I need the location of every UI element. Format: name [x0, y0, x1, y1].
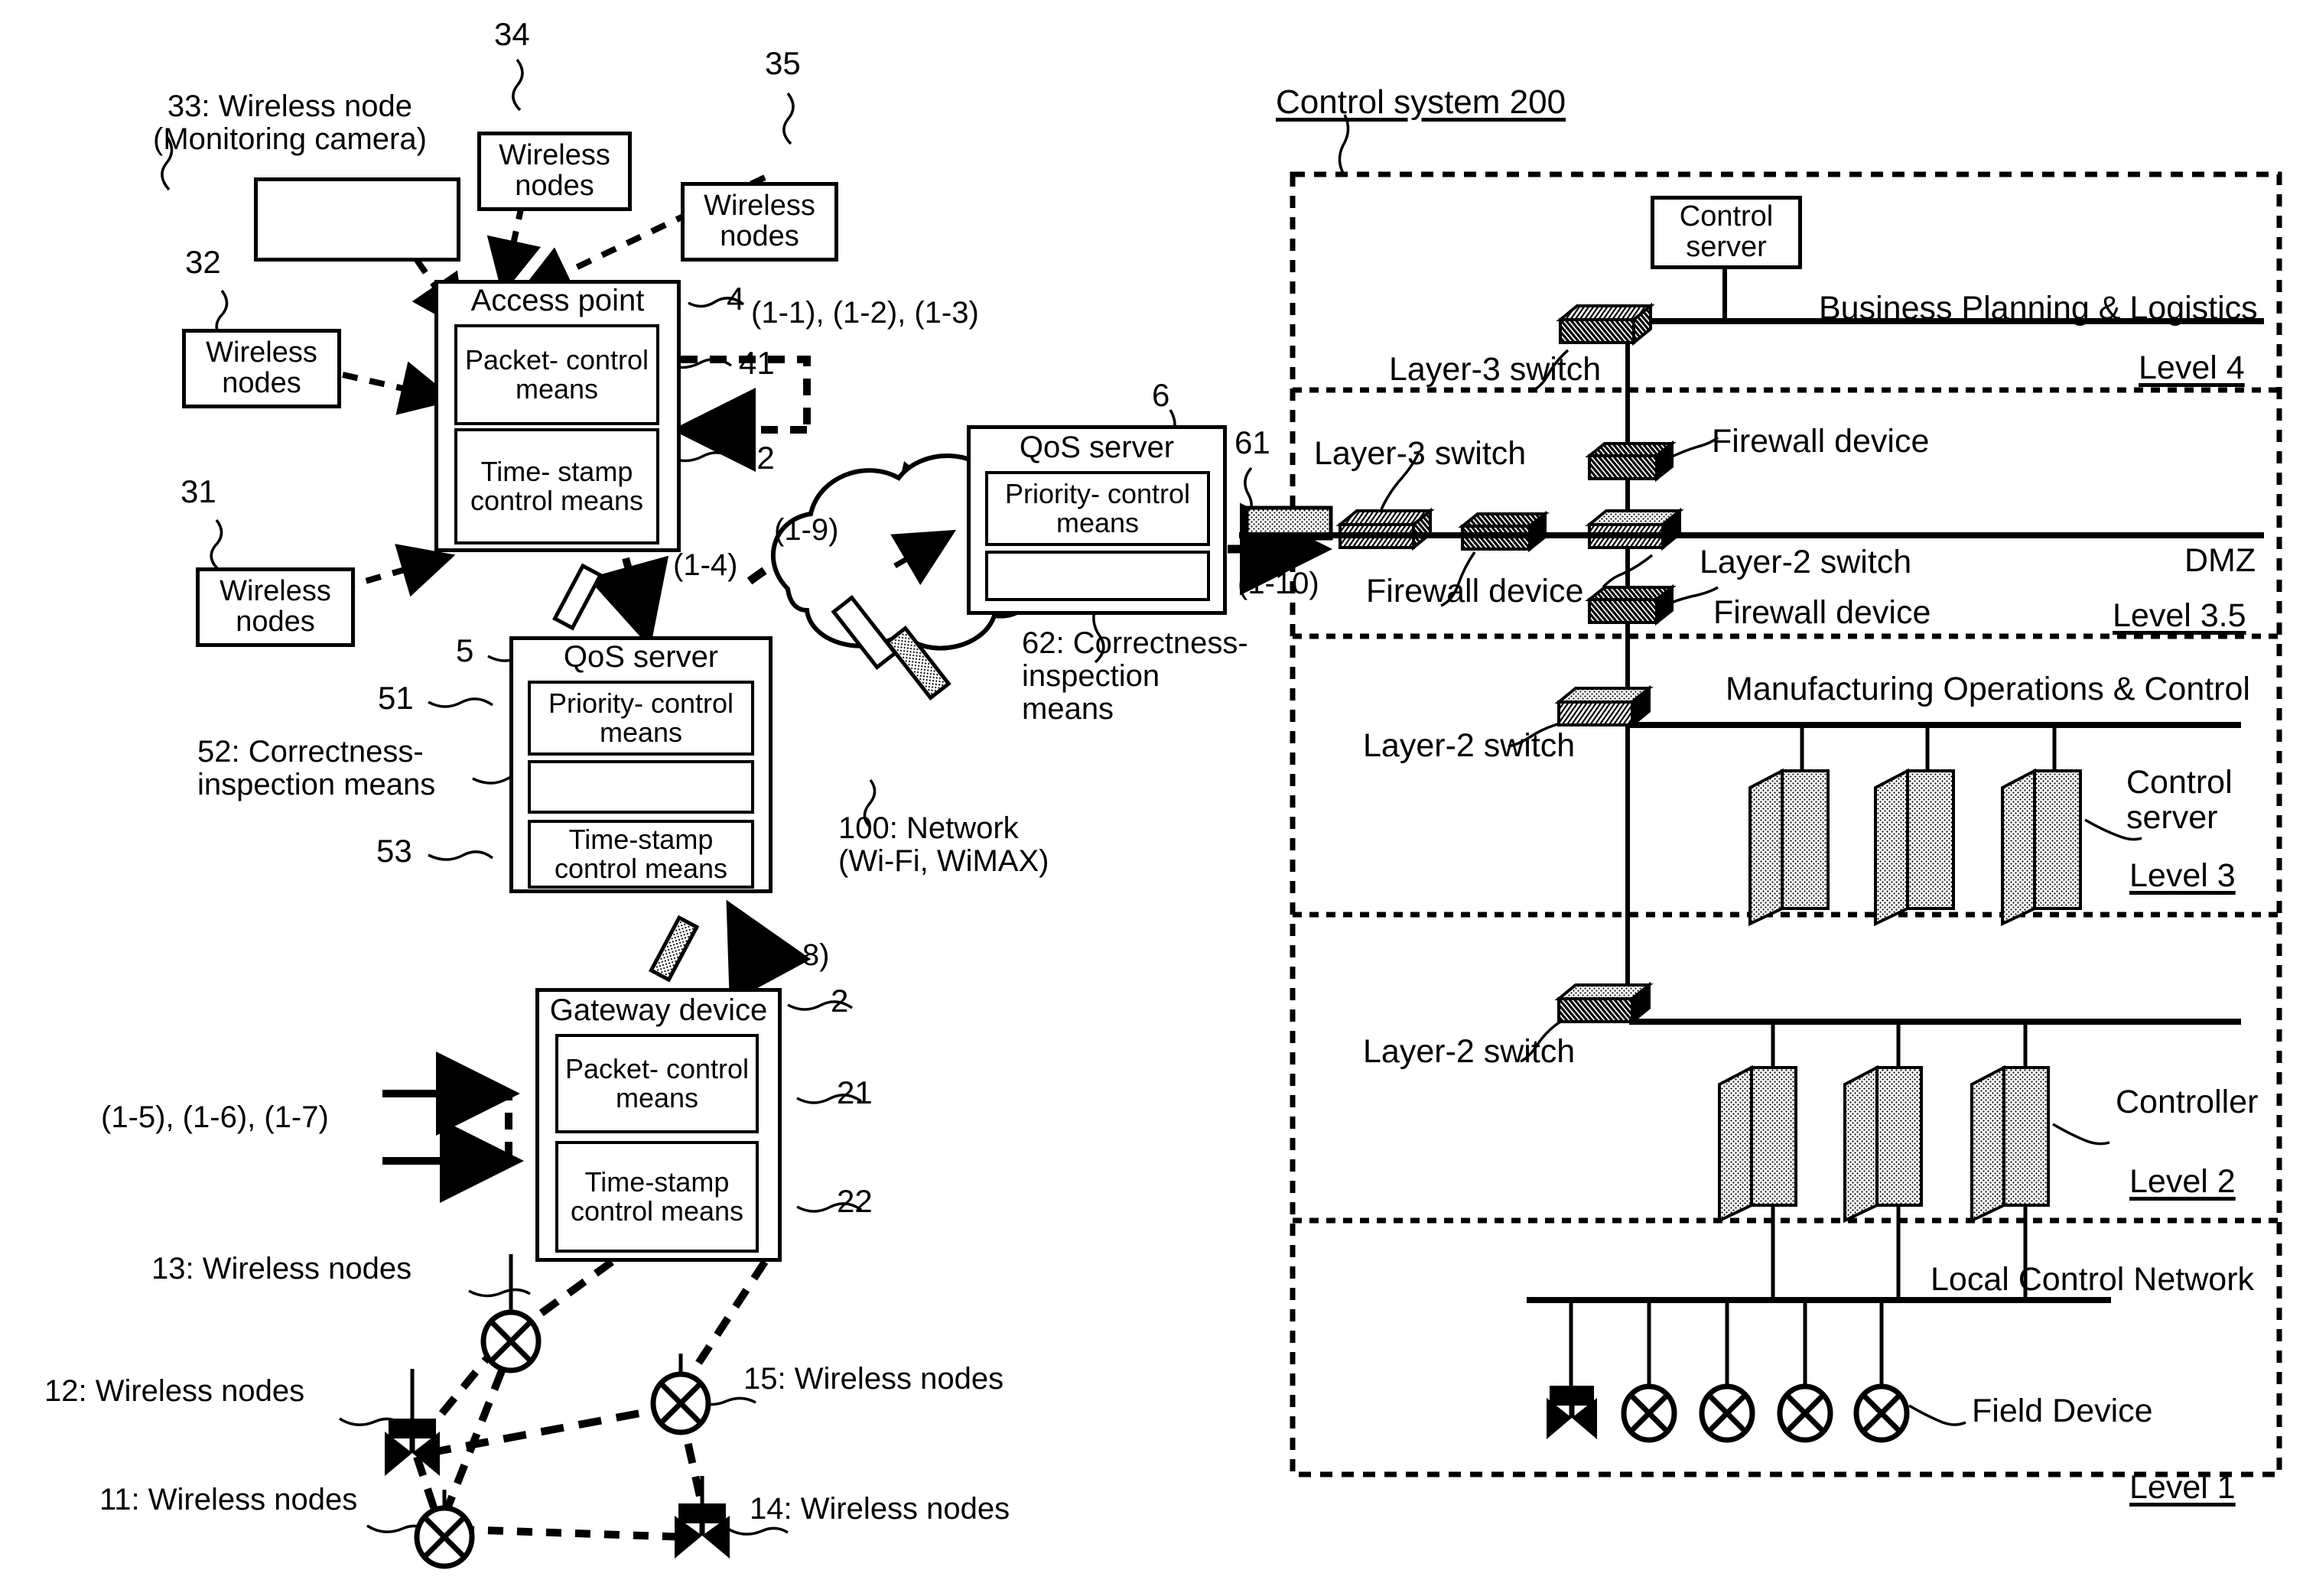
layer3-switch-level4-icon: [1556, 302, 1655, 346]
layer2-switch-dmz-icon: [1585, 507, 1684, 551]
node-34-ref: 34: [494, 16, 530, 52]
flow-1-10-label: (1-10): [1238, 567, 1319, 600]
mesh-node-12-icon: [385, 1369, 440, 1476]
qos-server-6-title: QoS server: [1019, 431, 1175, 464]
network-cloud-label: 100: Network (Wi-Fi, WiMAX): [838, 811, 1049, 879]
wireless-nodes-box-31: Wireless nodes: [196, 567, 355, 647]
mesh-node-14-label: 14: Wireless nodes: [750, 1492, 1010, 1526]
controller-leader: [2052, 1123, 2110, 1146]
access-point-ref: 4: [727, 281, 745, 317]
monitoring-camera-box: [254, 177, 460, 262]
qos6-correctness-inspection-box: [985, 551, 1210, 601]
mesh-node-11-icon: [414, 1490, 475, 1569]
field-device-valve-icon: [1547, 1386, 1597, 1439]
packet-control-41-ref: 41: [739, 345, 775, 381]
priority-control-51-ref: 51: [378, 680, 414, 716]
firewall-device-dmz-top-icon: [1585, 440, 1677, 483]
node-32-ref: 32: [185, 244, 221, 280]
layer2-switch-level3-icon: [1554, 684, 1654, 729]
business-planning-zone-label: Business Planning & Logistics: [1819, 290, 2258, 327]
qos-server-5-ref: 5: [456, 632, 474, 668]
field-device-circle-icon: [1621, 1383, 1910, 1443]
control-system-title: Control system 200: [1276, 83, 1566, 121]
correctness-inspection-62-label: 62: Correctness- inspection means: [1022, 626, 1248, 726]
mesh-node-15-icon: [650, 1354, 711, 1435]
local-control-network-label: Local Control Network: [1931, 1261, 2255, 1298]
timestamp-control-53-ref: 53: [376, 833, 412, 869]
wireless-nodes-box-34: Wireless nodes: [477, 132, 632, 211]
control-server-level3-label: Control server: [2126, 764, 2233, 837]
mesh-node-12-label: 12: Wireless nodes: [44, 1374, 305, 1408]
level-2-name: Level 2: [2129, 1163, 2236, 1200]
gateway-packet-control-box: Packet- control means: [555, 1034, 759, 1133]
access-point-timestamp-control-box: Time- stamp control means: [454, 428, 659, 544]
qos6-priority-control-box: Priority- control means: [985, 471, 1210, 546]
firewall-device-mid-label: Firewall device: [1366, 573, 1584, 609]
mesh-node-13-icon: [480, 1254, 542, 1373]
layer2-switch-level2-icon: [1554, 981, 1654, 1026]
mesh-node-15-label: 15: Wireless nodes: [743, 1362, 1004, 1396]
correctness-inspection-52-label: 52: Correctness- inspection means: [197, 735, 436, 802]
level-4-name: Level 4: [2139, 349, 2245, 386]
flow-1-4-arrow: [587, 555, 669, 648]
access-point-packet-control-box: Packet- control means: [454, 324, 659, 425]
timestamp-control-42-ref: 42: [739, 440, 775, 476]
wireless-nodes-box-35: Wireless nodes: [681, 182, 838, 262]
level-3-name: Level 3: [2129, 857, 2236, 894]
flow-1-8-arrow: [726, 899, 812, 1003]
qos5-correctness-inspection-box: [528, 760, 754, 814]
gateway-device-ref: 2: [831, 983, 849, 1019]
dmz-zone-label: DMZ: [2184, 542, 2256, 579]
level-3-5-name: Level 3.5: [2113, 597, 2246, 634]
priority-control-61-ref: 61: [1234, 424, 1270, 460]
layer3-switch-level4-label: Layer-3 switch: [1389, 351, 1602, 388]
layer2-switch-dmz-label: Layer-2 switch: [1700, 544, 1912, 580]
qos5-timestamp-control-box: Time-stamp control means: [528, 820, 754, 889]
control-server-level4-box: Control server: [1651, 196, 1802, 269]
packet-control-21-ref: 21: [837, 1074, 873, 1110]
qos-server-5-title: QoS server: [563, 640, 719, 674]
field-device-label: Field Device: [1972, 1393, 2153, 1429]
control-server-tower-icon: [1748, 768, 2082, 927]
firewall-device-bottom-label: Firewall device: [1713, 594, 1931, 631]
node-35-ref: 35: [765, 45, 801, 81]
node-31-ref: 31: [181, 473, 216, 509]
packet-glyph-1: [552, 563, 603, 631]
field-device-drops: [1569, 1300, 1884, 1393]
level-1-name: Level 1: [2129, 1469, 2236, 1506]
layer3-switch-dmz-label: Layer-3 switch: [1314, 435, 1527, 472]
flow-1-5-6-7: [382, 1090, 512, 1165]
field-device-leader: [1908, 1404, 1966, 1426]
wireless-mesh-links: [413, 1258, 769, 1541]
gateway-device-title: Gateway device: [549, 993, 768, 1027]
controller-label: Controller: [2116, 1084, 2259, 1120]
controller-tower-icon: [1718, 1065, 2050, 1224]
flow-1-1-2-3-label: (1-1), (1-2), (1-3): [751, 296, 979, 330]
node-33-label: 33: Wireless node (Monitoring camera): [153, 89, 427, 157]
qos5-priority-control-box: Priority- control means: [528, 681, 754, 756]
mesh-node-11-label: 11: Wireless nodes: [99, 1483, 358, 1516]
patent-figure-canvas: 33: Wireless node (Monitoring camera) 32…: [0, 0, 2303, 1596]
flow-1-5-6-7-label: (1-5), (1-6), (1-7): [101, 1100, 329, 1134]
layer3-switch-dmz-icon: [1335, 507, 1435, 551]
timestamp-control-22-ref: 22: [837, 1183, 873, 1219]
qos-server-6-ref: 6: [1152, 377, 1170, 413]
firewall-device-dmz-left-icon: [1458, 510, 1550, 553]
flow-1-4-label: (1-4): [673, 548, 738, 582]
packet-glyph-2: [649, 915, 700, 983]
mesh-node-13-label: 13: Wireless nodes: [151, 1252, 412, 1286]
wireless-nodes-box-32: Wireless nodes: [182, 329, 341, 408]
layer2-switch-level2-label: Layer-2 switch: [1363, 1033, 1576, 1070]
flow-1-9-label: (1-9): [774, 513, 839, 547]
flow-1-8-label: (1-8): [765, 938, 830, 972]
gateway-timestamp-control-box: Time-stamp control means: [555, 1141, 759, 1253]
firewall-device-dmz-bottom-icon: [1585, 583, 1677, 626]
access-point-title: Access point: [470, 284, 645, 317]
mesh-node-14-icon: [675, 1476, 730, 1559]
firewall-device-top-label: Firewall device: [1712, 423, 1930, 460]
manufacturing-ops-zone-label: Manufacturing Operations & Control: [1726, 671, 2250, 707]
layer2-switch-level3-label: Layer-2 switch: [1363, 727, 1576, 764]
